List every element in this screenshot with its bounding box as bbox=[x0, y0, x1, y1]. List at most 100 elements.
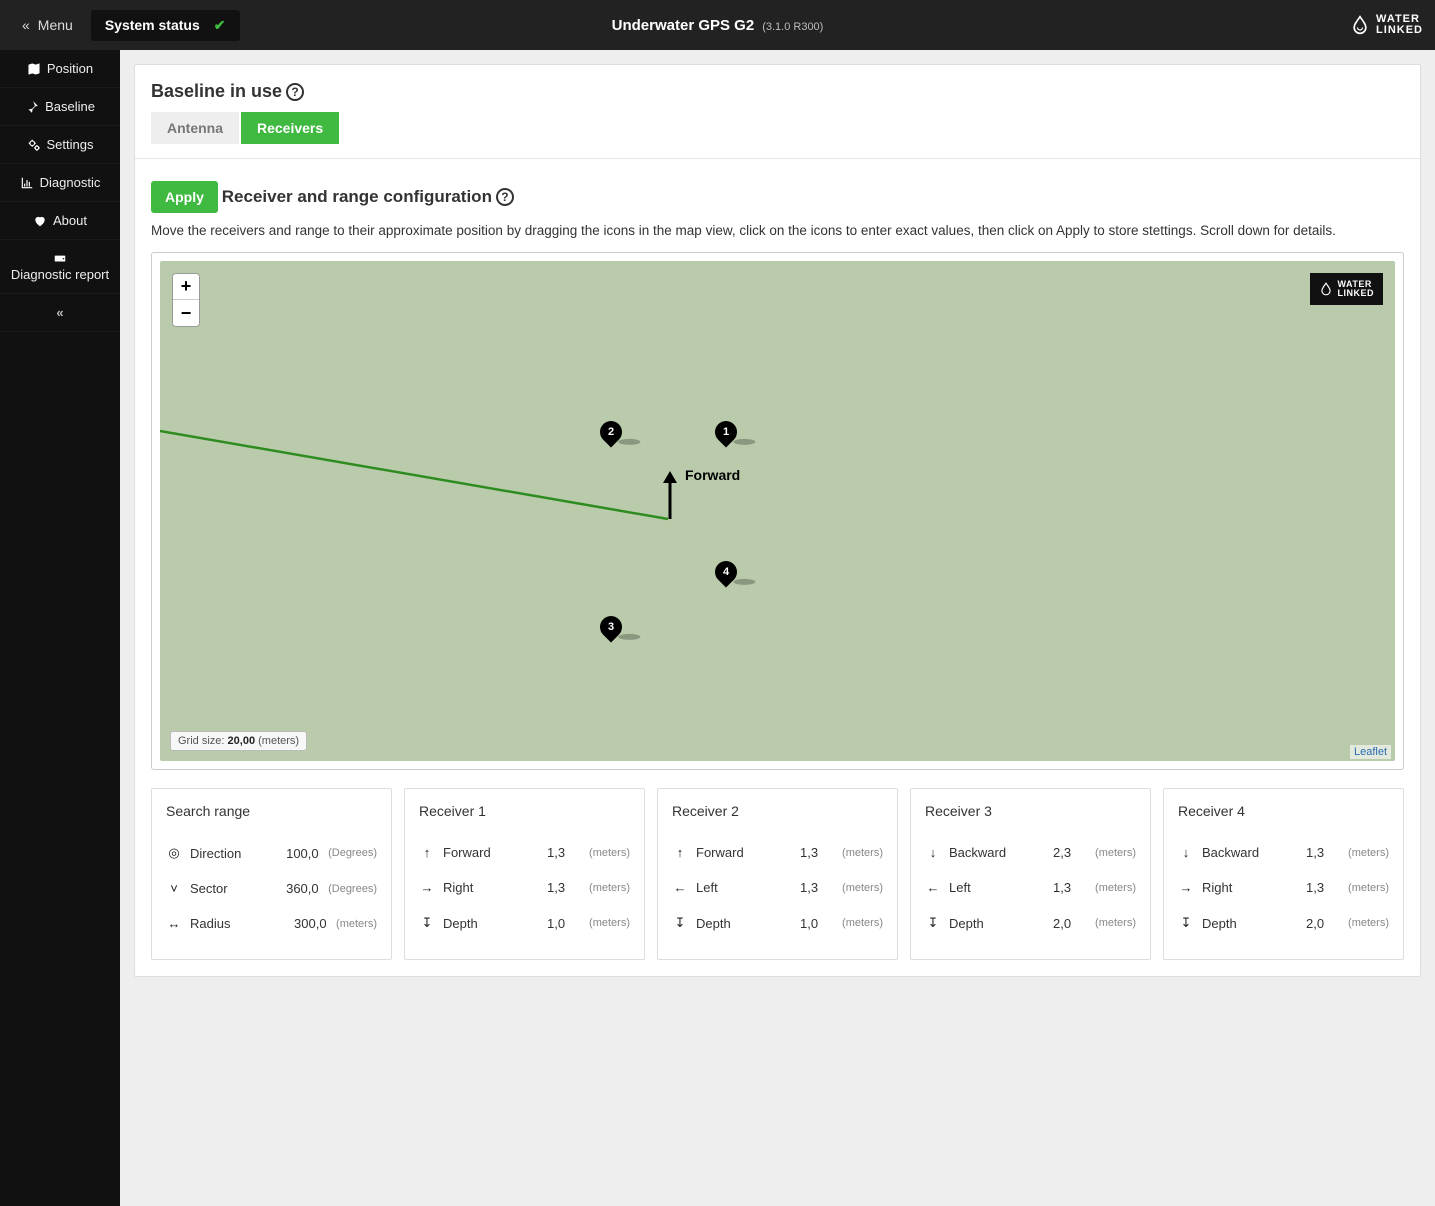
brand-text: WATER LINKED bbox=[1376, 14, 1423, 36]
sidebar-item-diagnostic[interactable]: Diagnostic bbox=[0, 164, 120, 202]
row-value: 1,3 bbox=[547, 880, 581, 895]
sidebar-item-baseline[interactable]: Baseline bbox=[0, 88, 120, 126]
cogs-icon bbox=[27, 138, 41, 152]
sidebar-item-diagnostic-report[interactable]: Diagnostic report bbox=[0, 240, 120, 294]
heart-icon bbox=[33, 214, 47, 228]
arrow-down-icon: ↓ bbox=[925, 845, 941, 860]
row-unit: (meters) bbox=[1348, 917, 1389, 929]
row-label: Direction bbox=[190, 846, 278, 861]
help-icon[interactable]: ? bbox=[496, 188, 514, 206]
row-forward[interactable]: ↑ Forward 1,3 (meters) bbox=[419, 835, 630, 870]
row-label: Backward bbox=[949, 845, 1045, 860]
row-backward[interactable]: ↓ Backward 1,3 (meters) bbox=[1178, 835, 1389, 870]
row-radius[interactable]: ↔ Radius 300,0 (meters) bbox=[166, 906, 377, 941]
system-status-pill[interactable]: System status ✔ bbox=[91, 10, 240, 41]
depth-icon: ↧ bbox=[925, 915, 941, 931]
map-view[interactable]: + − WATER LINKED bbox=[160, 261, 1395, 761]
row-unit: (meters) bbox=[589, 847, 630, 859]
card-receiver-3: Receiver 3 ↓ Backward 2,3 (meters) ← Lef… bbox=[910, 788, 1151, 960]
sidebar-item-label: Settings bbox=[47, 137, 94, 152]
row-unit: (meters) bbox=[1095, 917, 1136, 929]
row-label: Radius bbox=[190, 916, 286, 931]
row-left[interactable]: ← Left 1,3 (meters) bbox=[672, 870, 883, 905]
status-label: System status bbox=[105, 17, 200, 33]
sidebar-item-about[interactable]: About bbox=[0, 202, 120, 240]
row-right[interactable]: → Right 1,3 (meters) bbox=[1178, 870, 1389, 905]
row-label: Right bbox=[1202, 880, 1298, 895]
row-value: 1,3 bbox=[1306, 845, 1340, 860]
row-unit: (meters) bbox=[842, 847, 883, 859]
row-unit: (meters) bbox=[1348, 882, 1389, 894]
menu-label: Menu bbox=[38, 17, 73, 33]
row-direction[interactable]: ◎ Direction 100,0 (Degrees) bbox=[166, 835, 377, 871]
row-value: 1,3 bbox=[1306, 880, 1340, 895]
gridsize-value: 20,00 bbox=[228, 735, 256, 747]
depth-icon: ↧ bbox=[419, 915, 435, 931]
row-depth[interactable]: ↧ Depth 1,0 (meters) bbox=[419, 905, 630, 941]
depth-icon: ↧ bbox=[1178, 915, 1194, 931]
row-label: Depth bbox=[696, 916, 792, 931]
row-unit: (meters) bbox=[589, 882, 630, 894]
card-receiver-4: Receiver 4 ↓ Backward 1,3 (meters) → Rig… bbox=[1163, 788, 1404, 960]
row-depth[interactable]: ↧ Depth 1,0 (meters) bbox=[672, 905, 883, 941]
sidebar-item-label: Baseline bbox=[45, 99, 95, 114]
map-attribution[interactable]: Leaflet bbox=[1350, 745, 1391, 759]
arrow-down-icon: ↓ bbox=[1178, 845, 1194, 860]
row-right[interactable]: → Right 1,3 (meters) bbox=[419, 870, 630, 905]
compass-icon: ◎ bbox=[166, 845, 182, 861]
topbar: « Menu System status ✔ Underwater GPS G2… bbox=[0, 0, 1435, 50]
chevrons-left-icon: « bbox=[22, 17, 30, 33]
gridsize-label: Grid size: bbox=[178, 735, 224, 747]
chevron-down-icon: ˅ bbox=[166, 881, 182, 896]
row-sector[interactable]: ˅ Sector 360,0 (Degrees) bbox=[166, 871, 377, 906]
row-label: Forward bbox=[443, 845, 539, 860]
sidebar-item-settings[interactable]: Settings bbox=[0, 126, 120, 164]
brand-logo: WATER LINKED bbox=[1350, 14, 1423, 36]
divider bbox=[135, 158, 1420, 159]
help-icon[interactable]: ? bbox=[286, 83, 304, 101]
arrow-right-icon: → bbox=[419, 880, 435, 895]
row-forward[interactable]: ↑ Forward 1,3 (meters) bbox=[672, 835, 883, 870]
row-depth[interactable]: ↧ Depth 2,0 (meters) bbox=[925, 905, 1136, 941]
card-title: Receiver 3 bbox=[925, 803, 1136, 819]
map-icon bbox=[27, 62, 41, 76]
card-title: Receiver 1 bbox=[419, 803, 630, 819]
topbar-title: Underwater GPS G2 (3.1.0 R300) bbox=[612, 17, 824, 34]
row-unit: (meters) bbox=[336, 918, 377, 930]
forward-arrow-icon bbox=[660, 471, 680, 521]
forward-label: Forward bbox=[685, 467, 740, 483]
config-heading: Receiver and range configuration ? bbox=[222, 187, 514, 207]
baseline-tabs: Antenna Receivers bbox=[151, 112, 1404, 144]
card-row: Search range ◎ Direction 100,0 (Degrees)… bbox=[151, 788, 1404, 960]
row-value: 1,3 bbox=[1053, 880, 1087, 895]
row-label: Forward bbox=[696, 845, 792, 860]
check-icon: ✔ bbox=[214, 17, 226, 34]
row-value: 2,0 bbox=[1053, 916, 1087, 931]
tab-receivers[interactable]: Receivers bbox=[241, 112, 339, 144]
row-unit: (meters) bbox=[1095, 847, 1136, 859]
row-value: 300,0 bbox=[294, 916, 328, 931]
row-value: 360,0 bbox=[286, 881, 320, 896]
arrow-left-icon: ← bbox=[925, 880, 941, 895]
sidebar-item-position[interactable]: Position bbox=[0, 50, 120, 88]
card-title: Receiver 4 bbox=[1178, 803, 1389, 819]
row-left[interactable]: ← Left 1,3 (meters) bbox=[925, 870, 1136, 905]
row-label: Depth bbox=[949, 916, 1045, 931]
row-label: Left bbox=[696, 880, 792, 895]
content: Baseline in use ? Antenna Receivers Appl… bbox=[120, 50, 1435, 1206]
gridsize-unit: (meters) bbox=[258, 735, 299, 747]
row-backward[interactable]: ↓ Backward 2,3 (meters) bbox=[925, 835, 1136, 870]
menu-toggle[interactable]: « Menu bbox=[12, 17, 83, 33]
row-depth[interactable]: ↧ Depth 2,0 (meters) bbox=[1178, 905, 1389, 941]
arrow-left-icon: ← bbox=[672, 880, 688, 895]
card-title: Receiver 2 bbox=[672, 803, 883, 819]
arrow-right-icon: → bbox=[1178, 880, 1194, 895]
apply-button[interactable]: Apply bbox=[151, 181, 218, 213]
row-value: 1,3 bbox=[800, 880, 834, 895]
row-value: 2,3 bbox=[1053, 845, 1087, 860]
sidebar-collapse[interactable]: « bbox=[0, 294, 120, 332]
sidebar-item-label: Position bbox=[47, 61, 93, 76]
main-panel: Baseline in use ? Antenna Receivers Appl… bbox=[134, 64, 1421, 977]
tab-antenna[interactable]: Antenna bbox=[151, 112, 239, 144]
card-search-range: Search range ◎ Direction 100,0 (Degrees)… bbox=[151, 788, 392, 960]
